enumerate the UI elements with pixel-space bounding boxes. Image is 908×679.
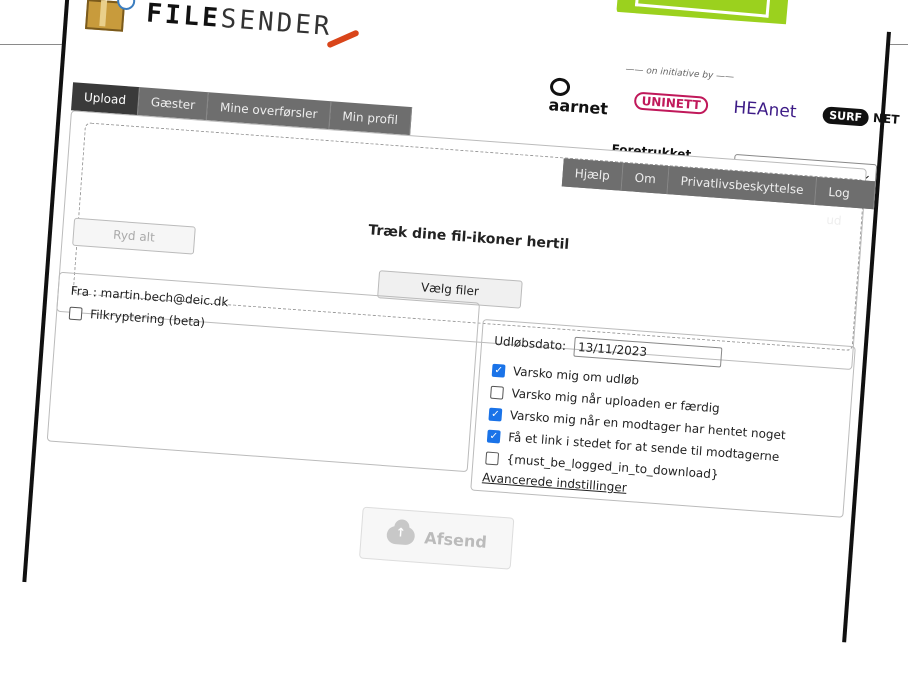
surf-net-label: NET [872,111,900,128]
expiry-row: Udløbsdato: 13/11/2023 [494,331,723,368]
option-label: Varsko mig om udløb [512,364,640,388]
send-label: Afsend [423,527,488,552]
expiry-label: Udløbsdato: [493,333,567,354]
tab-about[interactable]: Om [621,162,670,195]
page-frame: FILESENDER —— on initiative by —— aarnet… [22,0,900,643]
dropzone-label: Træk dine fil-ikoner hertil [367,222,570,254]
encryption-checkbox[interactable] [68,306,83,321]
initiative-caption: —— on initiative by —— [625,64,735,83]
package-clock-icon [85,0,136,32]
app-wordmark: FILESENDER [145,0,334,43]
send-button[interactable]: Afsend [358,506,515,570]
advanced-settings-link[interactable]: Avancerede indstillinger [482,470,627,495]
expiry-date-input[interactable]: 13/11/2023 [573,336,723,368]
encryption-option[interactable]: Filkryptering (beta) [68,306,206,330]
notify-upload-done-checkbox[interactable] [490,385,504,400]
surf-logo[interactable]: SURF [821,105,870,127]
sender-panel: Fra : martin.bech@deic.dk Filkryptering … [46,271,481,473]
heanet-logo[interactable]: HEAnet [733,98,797,123]
tab-logout[interactable]: Log ud [815,177,876,228]
must-login-checkbox[interactable] [485,451,500,465]
aarnet-logo[interactable]: aarnet [548,75,610,118]
get-link-checkbox[interactable]: ✓ [486,429,501,443]
from-address: Fra : martin.bech@deic.dk [70,283,229,310]
cloud-upload-icon [385,525,416,546]
app-logo[interactable]: FILESENDER [85,0,362,49]
notify-expiry-checkbox[interactable]: ✓ [491,363,506,378]
uninett-logo[interactable]: UNINETT [633,91,709,116]
advanced-settings-label[interactable]: Avancerede indstillinger [482,470,627,495]
encryption-label: Filkryptering (beta) [89,307,206,330]
filesender-window: FILESENDER —— on initiative by —— aarnet… [0,0,908,679]
option-row[interactable]: ✓ Varsko mig om udløb [491,363,640,388]
tab-help[interactable]: Hjælp [561,158,624,191]
options-panel: Udløbsdato: 13/11/2023 ✓ Varsko mig om u… [470,318,856,518]
notify-download-checkbox[interactable]: ✓ [488,407,503,422]
